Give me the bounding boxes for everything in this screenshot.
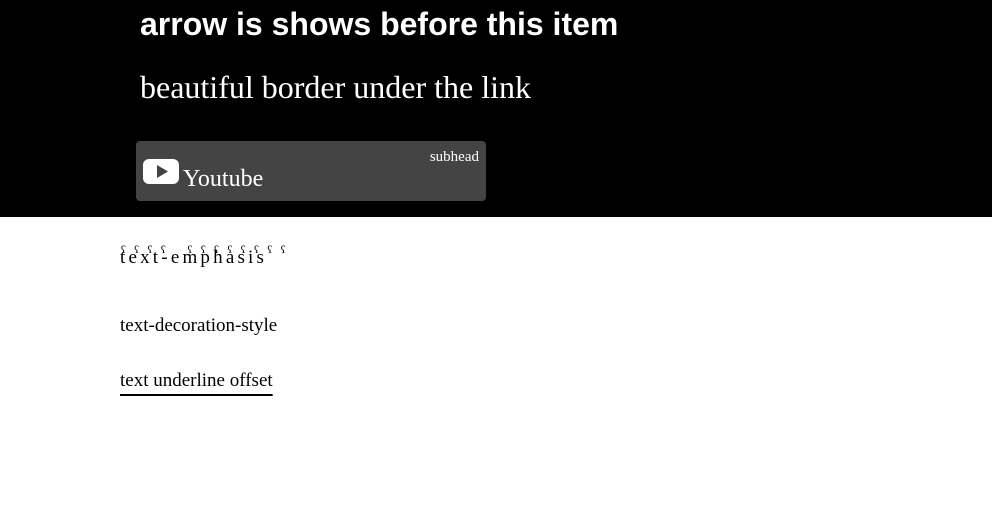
border-link[interactable]: beautiful border under the link	[140, 67, 531, 107]
text-decoration-style-example: text-decoration-style	[120, 315, 278, 336]
youtube-play-icon	[143, 159, 179, 184]
arrow-heading: arrow is shows before this item	[140, 6, 619, 42]
hero-section: arrow is shows before this item beautifu…	[0, 0, 992, 217]
youtube-card-title: Youtube	[183, 166, 264, 192]
emphasis-mark: ʕ	[280, 244, 286, 256]
text-underline-offset-example: text underline offset	[120, 370, 273, 391]
youtube-card[interactable]: Youtube subhead	[136, 141, 486, 201]
emphasis-mark: ʕ	[267, 244, 273, 256]
text-emphasis-example: text-emphasis	[120, 247, 268, 268]
youtube-card-subhead: subhead	[429, 149, 479, 165]
